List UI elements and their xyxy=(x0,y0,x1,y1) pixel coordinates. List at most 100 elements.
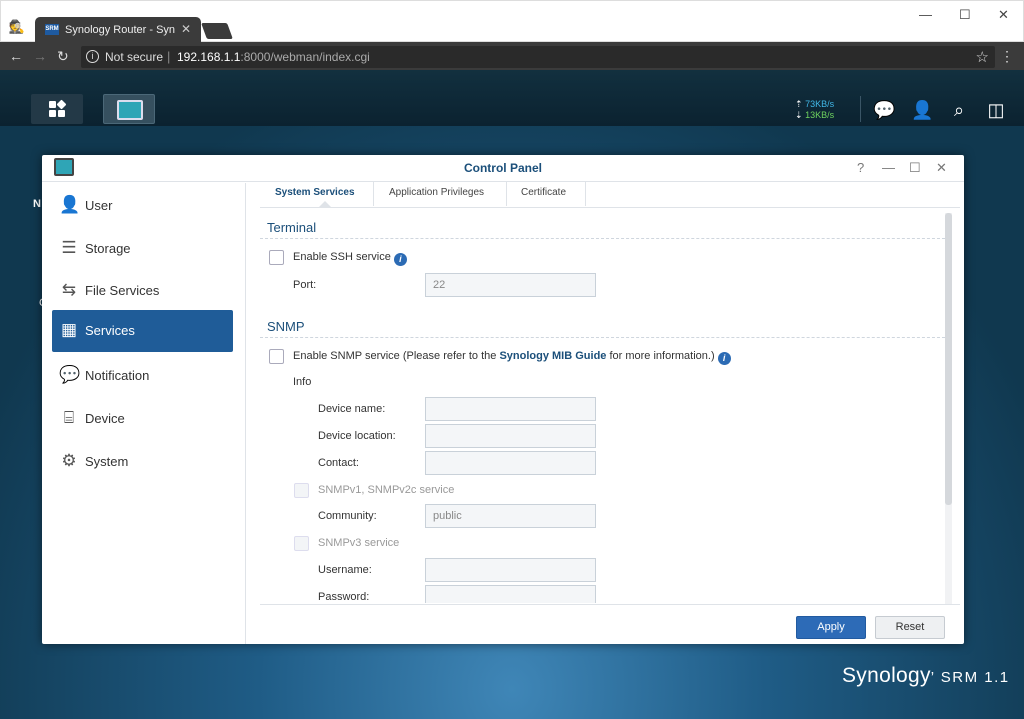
device-location-label: Device location: xyxy=(318,430,396,442)
device-name-label: Device name: xyxy=(318,403,386,415)
tab-divider xyxy=(373,182,374,206)
community-value: public xyxy=(433,510,462,522)
sidebar-item-file-services[interactable]: ⇆ File Services xyxy=(52,270,233,312)
snmpv3-checkbox[interactable] xyxy=(294,536,309,551)
url-text[interactable]: 192.168.1.1:8000/webman/index.cgi xyxy=(177,50,370,64)
device-name-input[interactable] xyxy=(425,397,596,421)
maximize-icon[interactable]: ☐ xyxy=(959,7,971,23)
maximize-icon[interactable]: ☐ xyxy=(909,160,921,176)
url-host: 192.168.1.1 xyxy=(177,50,241,64)
contact-input[interactable] xyxy=(425,451,596,475)
services-content: Terminal Enable SSH service i Port: 22 SN… xyxy=(260,211,950,603)
synology-srm-logo: Synology’ SRM 1.1 xyxy=(842,664,1010,687)
control-panel-icon xyxy=(117,100,143,120)
section-title-terminal: Terminal xyxy=(267,220,317,235)
synology-mib-guide-link[interactable]: Synology MIB Guide xyxy=(499,350,606,362)
apply-button[interactable]: Apply xyxy=(796,616,866,639)
tab-divider xyxy=(585,182,586,206)
sidebar-item-label: System xyxy=(85,454,129,469)
scrollbar-thumb[interactable] xyxy=(945,213,952,505)
services-grid-icon: ▦ xyxy=(60,320,78,339)
sidebar-item-label: Notification xyxy=(85,368,150,383)
close-window-icon[interactable]: ✕ xyxy=(998,7,1009,23)
browser-tab[interactable]: SRM Synology Router - Synology ✕ xyxy=(35,17,201,43)
community-label: Community: xyxy=(318,510,377,522)
section-divider xyxy=(260,337,950,338)
close-icon[interactable]: ✕ xyxy=(936,160,947,176)
minimize-icon[interactable]: — xyxy=(919,7,932,22)
sidebar-item-user[interactable]: 👤 User xyxy=(52,185,233,227)
sidebar-item-label: User xyxy=(85,198,113,213)
control-panel-window: Control Panel ? — ☐ ✕ 👤 User ☰ Storage ⇆… xyxy=(42,155,964,644)
url-path: :8000/webman/index.cgi xyxy=(240,50,370,64)
browser-tab-strip: 🕵 SRM Synology Router - Synology ✕ — ☐ ✕ xyxy=(0,0,1024,43)
port-label: Port: xyxy=(293,279,317,291)
help-icon[interactable]: ? xyxy=(857,160,864,175)
address-separator: | xyxy=(167,49,171,64)
back-icon[interactable]: ← xyxy=(9,48,23,64)
download-arrow-icon: ⇣ xyxy=(795,110,803,120)
user-icon[interactable]: 👤 xyxy=(911,99,933,121)
password-label: Password: xyxy=(318,591,370,603)
info-icon[interactable]: i xyxy=(717,352,731,365)
snmpv3-label: SNMPv3 service xyxy=(318,537,400,549)
snmp-checkbox[interactable] xyxy=(269,349,284,364)
security-status: Not secure xyxy=(105,50,164,64)
contact-label: Contact: xyxy=(318,457,359,469)
reset-button[interactable]: Reset xyxy=(875,616,945,639)
taskbar-control-panel-button[interactable] xyxy=(103,94,155,124)
forward-icon[interactable]: → xyxy=(33,48,47,64)
widgets-icon[interactable]: ◫ xyxy=(985,99,1007,121)
sidebar-item-storage[interactable]: ☰ Storage xyxy=(52,228,233,270)
srm-favicon-icon: SRM xyxy=(45,24,59,35)
minimize-icon[interactable]: — xyxy=(882,160,895,175)
main-menu-button[interactable] xyxy=(31,94,83,124)
sidebar-item-device[interactable]: ⌸ Device xyxy=(52,398,233,440)
tab-system-services[interactable]: System Services xyxy=(275,187,355,198)
tab-bar: System Services Application Privileges C… xyxy=(260,182,960,208)
taskbar: ⇡ 73KB/s ⇣ 13KB/s 💬 👤 ⌕ ◫ xyxy=(0,70,1024,126)
password-input[interactable] xyxy=(425,585,596,603)
info-icon[interactable]: i xyxy=(393,253,407,266)
router-icon: ⌸ xyxy=(63,408,75,427)
bookmark-star-icon[interactable]: ☆ xyxy=(976,48,989,66)
close-tab-icon[interactable]: ✕ xyxy=(181,22,191,36)
snmp-enable-prefix: Enable SNMP service (Please refer to the xyxy=(293,350,500,362)
community-input[interactable]: public xyxy=(425,504,596,528)
gear-icon: ⚙ xyxy=(61,451,77,470)
snmpv1-v2c-label: SNMPv1, SNMPv2c service xyxy=(318,484,455,496)
taskbar-divider xyxy=(860,96,861,122)
port-input[interactable]: 22 xyxy=(425,273,596,297)
search-icon[interactable]: ⌕ xyxy=(948,99,970,121)
reload-icon[interactable]: ↻ xyxy=(57,48,69,65)
tab-divider xyxy=(506,182,507,206)
network-speed: ⇡ 73KB/s ⇣ 13KB/s xyxy=(795,99,834,121)
address-bar[interactable]: i Not secure | 192.168.1.1:8000/webman/i… xyxy=(81,46,995,68)
browser-menu-icon[interactable]: ⋮ xyxy=(1000,48,1014,65)
window-titlebar[interactable]: Control Panel ? — ☐ ✕ xyxy=(42,155,964,182)
tab-certificate[interactable]: Certificate xyxy=(521,187,566,198)
snmp-enable-label: Enable SNMP service (Please refer to the… xyxy=(293,350,731,365)
tab-application-privileges[interactable]: Application Privileges xyxy=(389,187,484,198)
info-label: Info xyxy=(293,376,312,388)
info-icon[interactable]: i xyxy=(86,50,99,63)
brand-name: Synology xyxy=(842,664,931,687)
browser-toolbar: ← → ↻ i Not secure | 192.168.1.1:8000/we… xyxy=(0,42,1024,70)
incognito-icon: 🕵 xyxy=(8,19,26,34)
ssh-checkbox[interactable] xyxy=(269,250,284,265)
sidebar-item-services[interactable]: ▦ Services xyxy=(52,310,233,352)
section-divider xyxy=(260,238,950,239)
browser-tab-title: Synology Router - Synology xyxy=(65,24,175,36)
ssh-label: Enable SSH service i xyxy=(293,251,407,266)
window-footer: Apply Reset xyxy=(260,604,960,644)
new-tab-button[interactable] xyxy=(201,23,233,39)
device-location-input[interactable] xyxy=(425,424,596,448)
active-tab-indicator xyxy=(318,201,332,208)
snmpv1-v2c-checkbox[interactable] xyxy=(294,483,309,498)
main-menu-icon xyxy=(49,99,67,117)
username-input[interactable] xyxy=(425,558,596,582)
port-value: 22 xyxy=(433,279,446,291)
chat-icon[interactable]: 💬 xyxy=(873,99,895,121)
sidebar-item-system[interactable]: ⚙ System xyxy=(52,441,233,483)
sidebar-item-notification[interactable]: 💬 Notification xyxy=(52,355,233,397)
